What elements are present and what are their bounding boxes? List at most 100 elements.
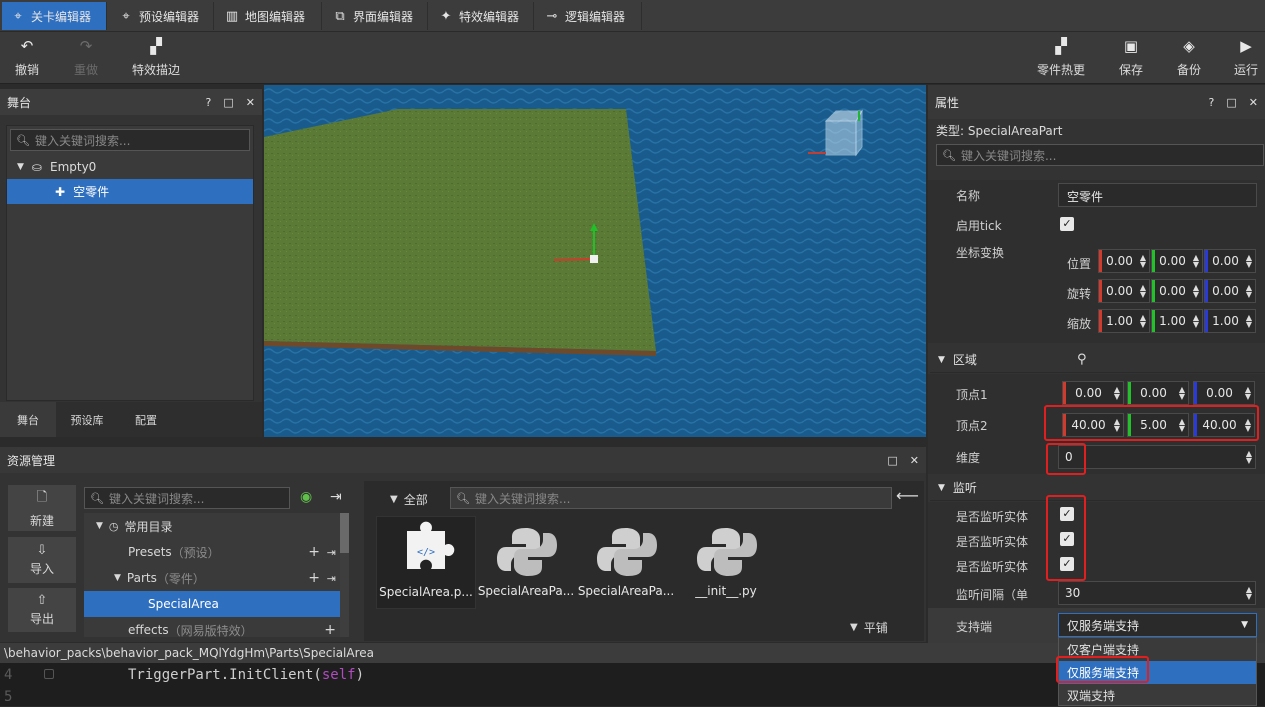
scale-z-field[interactable]: 1.00 ▲ ▼ — [1204, 309, 1256, 333]
assets-tree-scrollbar[interactable] — [340, 513, 349, 637]
tab-preset-editor[interactable]: ⌖ 预设编辑器 — [110, 2, 214, 30]
spinner-icon[interactable]: ▲ ▼ — [1176, 386, 1188, 401]
add-icon[interactable]: + — [308, 570, 320, 586]
add-icon[interactable]: + — [308, 544, 320, 560]
scale-y-field[interactable]: 1.00 ▲ ▼ — [1151, 309, 1203, 333]
spinner-icon[interactable]: ▲ ▼ — [1243, 314, 1255, 329]
add-icon[interactable]: + — [324, 622, 336, 637]
tab-ui-editor[interactable]: ⧉ 界面编辑器 — [324, 2, 428, 30]
vertex1-z-field[interactable]: 0.00 ▲ ▼ — [1193, 381, 1255, 405]
maximize-icon[interactable]: □ — [1226, 96, 1236, 109]
spinner-icon[interactable]: ▲ ▼ — [1137, 314, 1149, 329]
run-button[interactable]: ▶ 运行 — [1234, 37, 1258, 78]
position-label: 位置 — [1067, 257, 1092, 271]
tab-effect-editor[interactable]: ✦ 特效编辑器 — [430, 2, 534, 30]
properties-search-input[interactable]: 🔍︎ 键入关键词搜索... — [936, 144, 1264, 166]
vertex1-y-field[interactable]: 0.00 ▲ ▼ — [1127, 381, 1189, 405]
export-asset-button[interactable]: ⇧ 导出 — [8, 588, 76, 632]
stage-tree-item-part[interactable]: ✚ 空零件 — [7, 179, 253, 204]
transform-label: 坐标变换 — [956, 246, 1005, 260]
part-hotupdate-button[interactable]: ▞ 零件热更 — [1037, 37, 1085, 78]
spinner-icon[interactable]: ▲ ▼ — [1242, 386, 1254, 401]
effect-outline-button[interactable]: ▞ 特效描边 — [132, 37, 180, 78]
maximize-icon[interactable]: □ — [223, 96, 233, 109]
enable-tick-checkbox[interactable]: ✓ — [1060, 217, 1074, 231]
tree-item-specialarea[interactable]: SpecialArea — [84, 591, 348, 617]
file-item[interactable]: SpecialAreaPa... — [476, 516, 576, 609]
dropdown-option[interactable]: 双端支持 — [1059, 684, 1256, 707]
tree-item-common[interactable]: ▼ ◷ 常用目录 — [84, 513, 348, 539]
scale-label: 缩放 — [1067, 317, 1092, 331]
tab-config[interactable]: 配置 — [118, 402, 174, 437]
spinner-icon[interactable]: ▲ ▼ — [1137, 254, 1149, 269]
back-arrow-icon[interactable]: ⟵ — [896, 486, 919, 505]
assets-file-search-input[interactable]: 🔍︎ 键入关键词搜索... — [450, 487, 892, 509]
region-section-header[interactable]: ▼ 区域 ⚲ — [930, 347, 1265, 373]
help-icon[interactable]: ? — [1209, 96, 1215, 109]
redo-button[interactable]: ↷ 重做 — [74, 37, 98, 78]
filter-icon: ▼ — [850, 622, 858, 633]
close-icon[interactable]: ✕ — [1249, 96, 1258, 109]
name-input[interactable]: 空零件 — [1058, 183, 1257, 207]
close-icon[interactable]: ✕ — [910, 454, 919, 467]
listen-section-header[interactable]: ▼ 监听 — [930, 475, 1265, 501]
export-icon[interactable]: ⇥ — [327, 546, 336, 559]
location-pin-icon[interactable]: ⚲ — [1077, 352, 1087, 367]
spinner-icon[interactable]: ▲ ▼ — [1243, 284, 1255, 299]
rotation-x-field[interactable]: 0.00 ▲ ▼ — [1098, 279, 1150, 303]
tile-view-dropdown[interactable]: ▼ 平铺 — [850, 619, 888, 636]
export-icon[interactable]: ⇥ — [327, 572, 336, 585]
position-z-field[interactable]: 0.00 ▲ ▼ — [1204, 249, 1256, 273]
interval-label: 监听间隔（单 — [956, 588, 1029, 602]
help-icon[interactable]: ? — [206, 96, 212, 109]
spinner-icon[interactable]: ▲ ▼ — [1190, 254, 1202, 269]
collapse-icon[interactable]: ⇥ — [330, 489, 342, 505]
maximize-icon[interactable]: □ — [887, 454, 897, 467]
fold-marker[interactable] — [44, 669, 54, 679]
spinner-icon[interactable]: ▲ ▼ — [1137, 284, 1149, 299]
spinner-icon[interactable]: ▲ ▼ — [1190, 284, 1202, 299]
spinner-icon[interactable]: ▲ ▼ — [1243, 254, 1255, 269]
scene-viewport[interactable] — [264, 85, 926, 437]
tab-map-editor[interactable]: ▥ 地图编辑器 — [216, 2, 322, 30]
assets-tree-search-input[interactable]: 🔍︎ 键入关键词搜索... — [84, 487, 290, 509]
stage-search-input[interactable]: 🔍︎ 键入关键词搜索... — [10, 129, 250, 151]
tree-item-presets[interactable]: Presets （预设） + ⇥ — [84, 539, 348, 565]
redo-icon: ↷ — [79, 37, 93, 55]
filter-all-dropdown[interactable]: ▼ 全部 — [390, 491, 428, 508]
locate-icon[interactable]: ◉ — [300, 489, 312, 505]
file-item[interactable]: </> SpecialArea.p... — [376, 516, 476, 609]
file-item[interactable]: SpecialAreaPa... — [576, 516, 676, 609]
tab-level-editor[interactable]: ⌖ 关卡编辑器 — [2, 2, 107, 30]
rotation-y-field[interactable]: 0.00 ▲ ▼ — [1151, 279, 1203, 303]
vertex1-label: 顶点1 — [956, 388, 988, 402]
code-file-path: \behavior_packs\behavior_pack_MQlYdgHm\P… — [4, 646, 375, 660]
undo-button[interactable]: ↶ 撤销 — [15, 37, 39, 78]
vertex1-x-field[interactable]: 0.00 ▲ ▼ — [1062, 381, 1124, 405]
dimension-field[interactable]: 0 ▲ ▼ — [1058, 445, 1256, 469]
spinner-icon[interactable]: ▲ ▼ — [1243, 450, 1255, 465]
tab-preset-library[interactable]: 预设库 — [56, 402, 118, 437]
rotation-z-field[interactable]: 0.00 ▲ ▼ — [1204, 279, 1256, 303]
scale-x-field[interactable]: 1.00 ▲ ▼ — [1098, 309, 1150, 333]
stage-tree-item-empty0[interactable]: ▼ ⛀ Empty0 — [7, 154, 253, 179]
interval-field[interactable]: 30 ▲ ▼ — [1058, 581, 1256, 605]
tab-logic-editor[interactable]: ⊸ 逻辑编辑器 — [536, 2, 642, 30]
spinner-icon[interactable]: ▲ ▼ — [1190, 314, 1202, 329]
close-icon[interactable]: ✕ — [246, 96, 255, 109]
position-y-field[interactable]: 0.00 ▲ ▼ — [1151, 249, 1203, 273]
save-button[interactable]: ▣ 保存 — [1119, 37, 1143, 78]
import-asset-button[interactable]: ⇩ 导入 — [8, 537, 76, 583]
tree-item-effects[interactable]: effects （网易版特效） + — [84, 617, 348, 637]
tab-stage[interactable]: 舞台 — [0, 402, 56, 437]
spinner-icon[interactable]: ▲ ▼ — [1111, 386, 1123, 401]
new-asset-button[interactable]: 🗋 新建 — [8, 485, 76, 531]
file-item[interactable]: __init__.py — [676, 516, 776, 609]
position-x-field[interactable]: 0.00 ▲ ▼ — [1098, 249, 1150, 273]
spinner-icon[interactable]: ▲ ▼ — [1243, 586, 1255, 601]
backup-button[interactable]: ◈ 备份 — [1177, 37, 1201, 78]
scrollbar-thumb[interactable] — [340, 513, 349, 553]
support-select[interactable]: 仅服务端支持 ▼ — [1058, 613, 1257, 637]
tree-item-parts[interactable]: ▼ Parts （零件） + ⇥ — [84, 565, 348, 591]
search-icon: 🔍︎ — [456, 491, 470, 505]
